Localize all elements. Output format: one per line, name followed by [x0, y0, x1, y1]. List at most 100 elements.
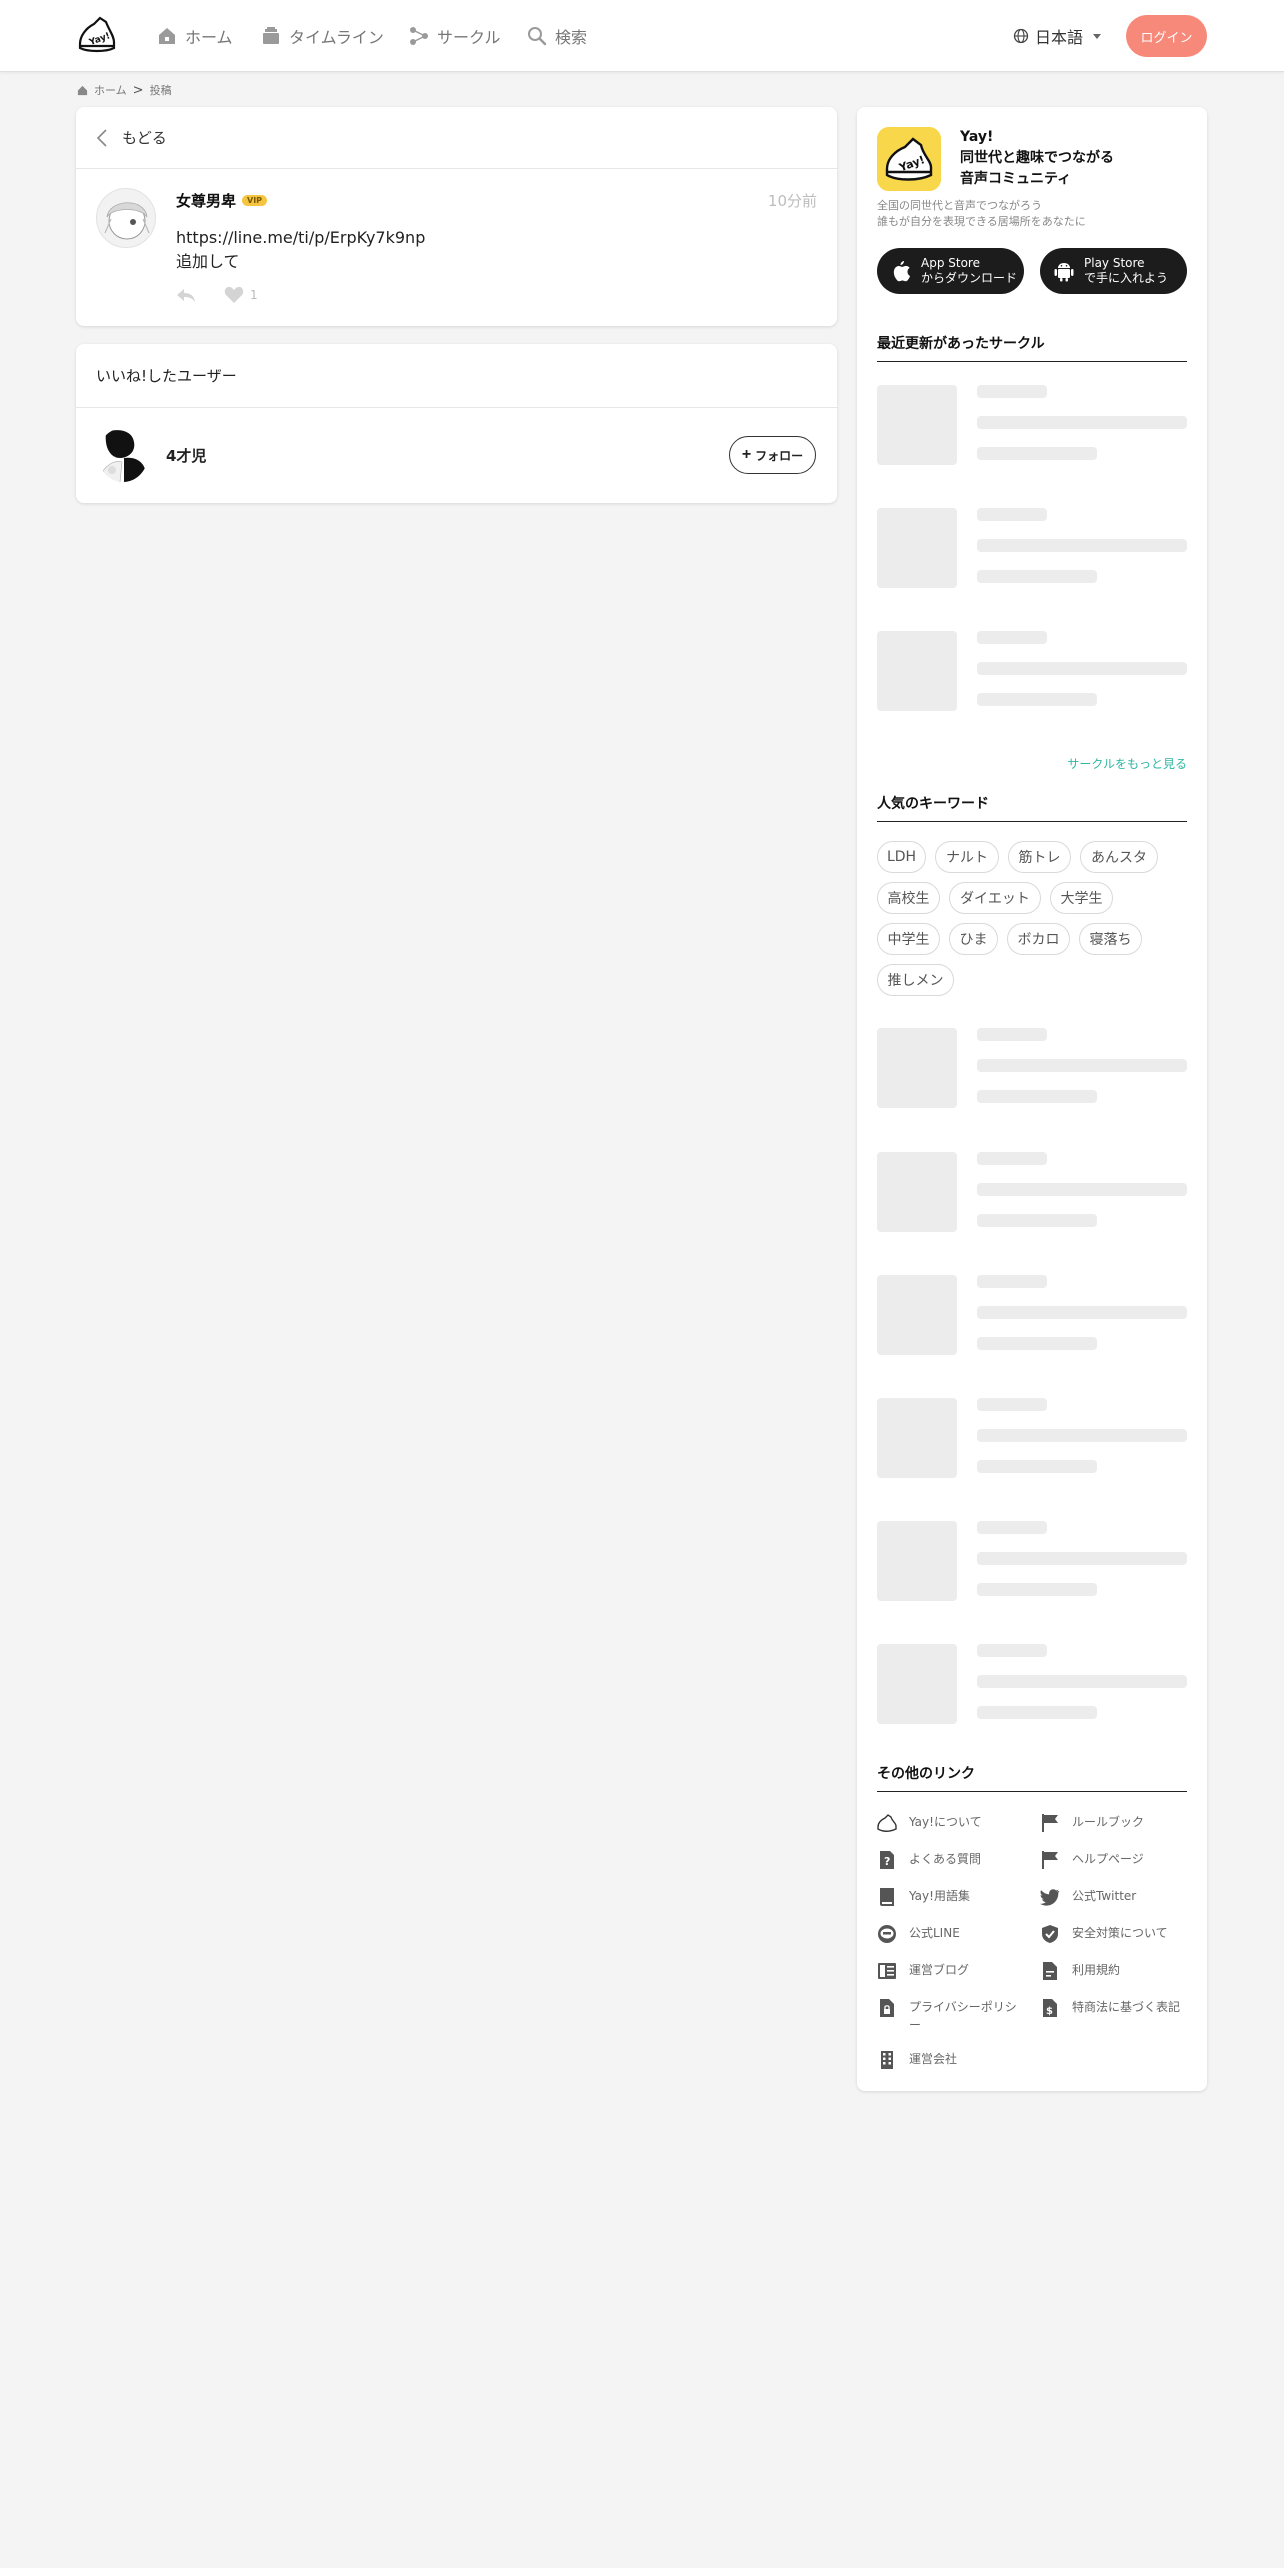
globe-icon: [1013, 28, 1029, 44]
link-label: 公式LINE: [909, 1926, 960, 1940]
flag-icon: [1042, 1814, 1058, 1832]
link-help[interactable]: ヘルプページ: [1040, 1850, 1190, 1870]
follow-button[interactable]: + フォロー: [729, 436, 816, 474]
link-label: 公式Twitter: [1072, 1889, 1137, 1903]
yay-app-icon: Yay!: [877, 127, 941, 191]
keyword-chip[interactable]: LDH: [877, 841, 926, 873]
language-selector[interactable]: 日本語: [1013, 22, 1102, 50]
breadcrumb: ホーム > 投稿: [77, 81, 172, 99]
app-description: 全国の同世代と音声でつながろう 誰もが自分を表現できる居場所をあなたに: [877, 198, 1086, 230]
link-label: 利用規約: [1072, 1963, 1121, 1977]
link-label: Yay!用語集: [909, 1889, 970, 1903]
link-blog[interactable]: 運営ブログ: [877, 1961, 1027, 1981]
plus-icon: +: [741, 446, 752, 463]
chevron-down-icon: [1093, 33, 1102, 39]
app-tagline: 同世代と趣味でつながる: [960, 150, 1114, 166]
post-link[interactable]: https://line.me/ti/p/ErpKy7k9np: [176, 226, 425, 250]
android-icon: [1054, 263, 1074, 282]
nav-home-label: ホーム: [185, 28, 233, 47]
link-label: ヘルプページ: [1072, 1852, 1144, 1866]
yay-shoe-icon: [877, 1814, 897, 1832]
svg-text:?: ?: [884, 1855, 890, 1868]
other-links-title: その他のリンク: [877, 1763, 1187, 1792]
app-name: Yay! 同世代と趣味でつながる 音声コミュニティ: [960, 127, 1114, 190]
nav-home[interactable]: ホーム: [157, 22, 233, 50]
link-rulebook[interactable]: ルールブック: [1040, 1813, 1190, 1833]
author-avatar[interactable]: [96, 188, 156, 248]
heart-icon: [224, 286, 244, 303]
link-about-yay[interactable]: Yay!について: [877, 1813, 1027, 1833]
keywords-title: 人気のキーワード: [877, 793, 1187, 822]
link-glossary[interactable]: Yay!用語集: [877, 1887, 1027, 1907]
keyword-chip[interactable]: あんスタ: [1080, 841, 1158, 873]
link-twitter[interactable]: 公式Twitter: [1040, 1887, 1190, 1907]
link-terms[interactable]: 利用規約: [1040, 1961, 1190, 1981]
nav-timeline-label: タイムライン: [289, 28, 384, 47]
nav-timeline[interactable]: タイムライン: [261, 22, 384, 50]
shield-icon: [1042, 1925, 1058, 1943]
reply-icon[interactable]: [176, 285, 196, 305]
nav-search[interactable]: 検索: [527, 22, 587, 50]
nav-search-label: 検索: [555, 28, 588, 47]
keyword-chip[interactable]: 筋トレ: [1008, 841, 1071, 873]
keyword-chip[interactable]: 高校生: [877, 882, 940, 914]
user-avatar[interactable]: [98, 428, 148, 482]
link-privacy[interactable]: プライバシーポリシー: [877, 1998, 1027, 2034]
play-store-text: Play Store で手に入れよう: [1084, 256, 1168, 286]
play-store-line: で手に入れよう: [1084, 271, 1169, 285]
yay-logo[interactable]: Yay!: [76, 14, 118, 56]
login-button[interactable]: ログイン: [1126, 15, 1207, 57]
post-body: 女尊男卑 VIP 10分前 https://line.me/ti/p/ErpKy…: [76, 169, 837, 326]
keyword-chip[interactable]: 寝落ち: [1079, 923, 1142, 955]
post-timestamp: 10分前: [767, 192, 817, 210]
home-icon: [159, 28, 175, 44]
author-name[interactable]: 女尊男卑: [176, 190, 236, 211]
back-button[interactable]: もどる: [76, 107, 837, 169]
sidebar-card: Yay! Yay! 同世代と趣味でつながる 音声コミュニティ 全国の同世代と音声…: [857, 107, 1207, 2091]
play-store-line: Play Store: [1084, 256, 1145, 270]
keyword-chip[interactable]: ナルト: [935, 841, 999, 873]
nav-circle[interactable]: サークル: [409, 22, 501, 50]
keyword-chip[interactable]: 大学生: [1050, 882, 1113, 914]
keyword-chip[interactable]: ダイエット: [949, 882, 1041, 914]
app-store-line: App Store: [921, 256, 980, 270]
circle-icon: [410, 27, 428, 45]
question-icon: ?: [880, 1851, 894, 1869]
user-name[interactable]: 4才児: [166, 445, 206, 466]
play-store-button[interactable]: Play Store で手に入れよう: [1040, 248, 1187, 294]
link-commerce[interactable]: $ 特商法に基づく表記: [1040, 1998, 1190, 2018]
like-count: 1: [250, 288, 258, 302]
link-label: 運営ブログ: [909, 1963, 970, 1977]
keyword-chip[interactable]: ひま: [949, 923, 998, 955]
like-button[interactable]: 1: [224, 285, 258, 305]
breadcrumb-separator: >: [132, 82, 144, 98]
top-header: Yay! ホーム タイムライン サークル 検索 日本語 ログイン: [0, 0, 1284, 72]
post-actions: 1: [176, 285, 258, 305]
link-line[interactable]: 公式LINE: [877, 1924, 1027, 1944]
breadcrumb-current: 投稿: [149, 84, 172, 97]
lock-document-icon: [880, 1999, 894, 2017]
more-circles-link[interactable]: サークルをもっと見る: [1067, 755, 1187, 772]
dollar-document-icon: $: [1043, 1999, 1057, 2017]
breadcrumb-home[interactable]: ホーム: [94, 82, 127, 98]
twitter-icon: [1040, 1889, 1060, 1906]
link-safety[interactable]: 安全対策について: [1040, 1924, 1190, 1944]
app-description-line: 全国の同世代と音声でつながろう: [877, 199, 1042, 212]
keyword-chip[interactable]: ボカロ: [1007, 923, 1070, 955]
app-store-line: からダウンロード: [921, 271, 1018, 285]
keyword-chip[interactable]: 推しメン: [877, 964, 954, 996]
app-tagline: 音声コミュニティ: [960, 171, 1072, 187]
app-store-text: App Store からダウンロード: [921, 256, 1017, 286]
document-icon: [1043, 1962, 1057, 1980]
liked-users-card: いいね!したユーザー 4才児 + フォロー: [76, 344, 837, 503]
keyword-chip[interactable]: 中学生: [877, 923, 940, 955]
app-store-button[interactable]: App Store からダウンロード: [877, 248, 1024, 294]
author-name-row: 女尊男卑 VIP: [176, 190, 268, 211]
follow-label: フォロー: [755, 448, 804, 463]
flag-icon: [1042, 1851, 1058, 1869]
recent-circles-title: 最近更新があったサークル: [877, 333, 1187, 362]
link-label: 運営会社: [909, 2052, 958, 2066]
link-faq[interactable]: ? よくある質問: [877, 1850, 1027, 1870]
link-company[interactable]: 運営会社: [877, 2050, 1027, 2070]
back-label: もどる: [122, 129, 167, 147]
